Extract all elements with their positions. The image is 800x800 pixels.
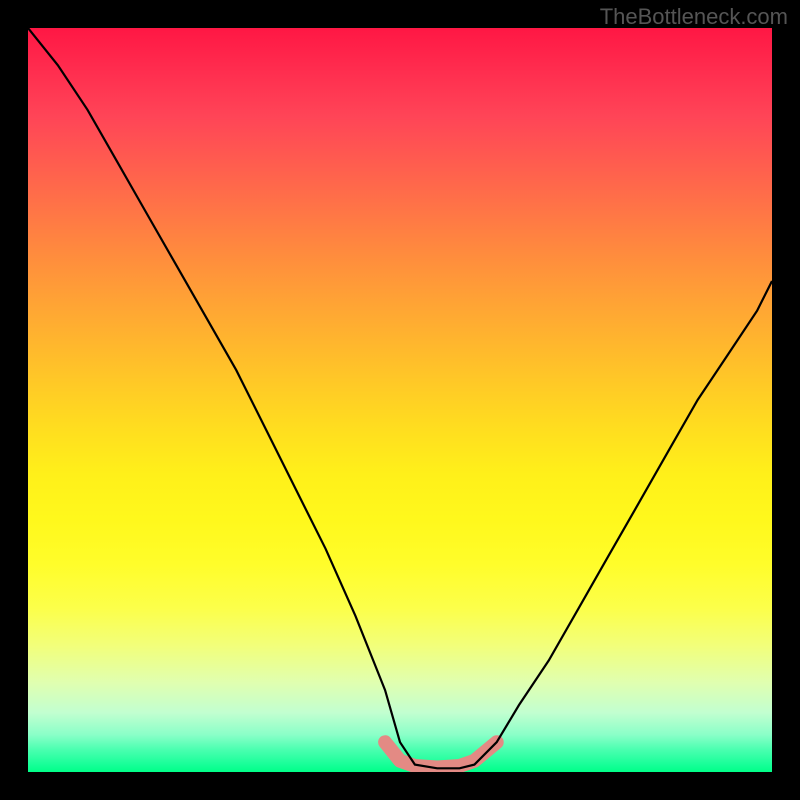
- main-curve: [28, 28, 772, 768]
- outer-frame: TheBottleneck.com: [0, 0, 800, 800]
- curve-svg: [28, 28, 772, 772]
- watermark-text: TheBottleneck.com: [600, 4, 788, 30]
- plot-area: [28, 28, 772, 772]
